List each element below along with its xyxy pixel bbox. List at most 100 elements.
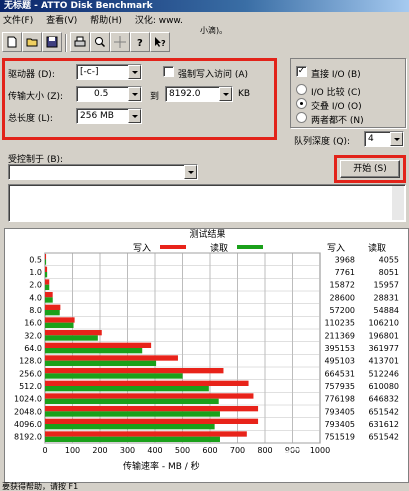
force-write-checkbox[interactable] bbox=[163, 66, 174, 77]
io-neither-radio[interactable] bbox=[296, 112, 307, 123]
chevron-down-icon[interactable] bbox=[128, 87, 141, 101]
print-preview-button[interactable] bbox=[90, 32, 110, 52]
y-tick-label: 2.0 bbox=[29, 281, 42, 290]
read-bar bbox=[45, 411, 220, 417]
io-compare-radio[interactable] bbox=[296, 84, 307, 95]
write-bar bbox=[45, 406, 259, 412]
menu-view[interactable]: 查看(V) bbox=[46, 16, 77, 26]
controlled-by-select[interactable] bbox=[8, 164, 198, 180]
magnifier-icon bbox=[95, 37, 106, 48]
save-disk-icon bbox=[46, 36, 58, 48]
toolbar-separator bbox=[65, 34, 67, 52]
total-length-select[interactable]: 256 MB bbox=[76, 108, 142, 124]
y-tick-label: 128.0 bbox=[19, 357, 42, 366]
chevron-down-icon[interactable] bbox=[184, 165, 197, 179]
write-value-label: 395153 bbox=[324, 344, 355, 353]
y-tick-label: 1.0 bbox=[29, 268, 42, 277]
watermark-url: luyouqi.com bbox=[352, 472, 401, 481]
write-value-label: 15872 bbox=[330, 281, 355, 290]
menu-localized: 汉化: www. bbox=[134, 16, 183, 26]
drive-label: 驱动器 (D): bbox=[8, 70, 55, 80]
write-bar bbox=[45, 304, 61, 310]
results-panel: 测试结果 写入 读取 写入 读取 0 100 200 300 400 500 600 700 8… bbox=[4, 228, 409, 483]
watermark-name: 路由器 bbox=[352, 452, 401, 471]
y-tick-label: 64.0 bbox=[24, 344, 42, 353]
save-button[interactable] bbox=[42, 32, 62, 52]
read-value-label: 361977 bbox=[368, 344, 399, 353]
read-value-label: 196801 bbox=[368, 331, 399, 340]
drive-value: [-c-] bbox=[80, 67, 99, 77]
transfer-size-to-select[interactable]: 8192.0 bbox=[165, 86, 233, 102]
menu-help[interactable]: 帮助(H) bbox=[90, 16, 122, 26]
status-bar: 要获得帮助，请按 F1 bbox=[2, 482, 79, 491]
question-mark-icon: ? bbox=[137, 38, 143, 48]
write-value-label: 776198 bbox=[324, 395, 355, 404]
write-value-label: 793405 bbox=[324, 407, 355, 416]
description-scrollbar[interactable] bbox=[392, 186, 404, 220]
chevron-down-icon[interactable] bbox=[390, 132, 403, 146]
total-length-value: 256 MB bbox=[80, 111, 114, 121]
io-overlap-label: 交叠 I/O (O) bbox=[311, 102, 362, 112]
move-arrows-icon bbox=[114, 36, 126, 48]
chevron-down-icon[interactable] bbox=[128, 65, 141, 79]
write-bar bbox=[45, 355, 178, 361]
direct-io-checkbox[interactable]: ✓ bbox=[296, 66, 307, 77]
read-bar bbox=[45, 424, 215, 430]
write-bar bbox=[45, 418, 259, 424]
write-bar bbox=[45, 393, 254, 399]
x-tick-label: 700 bbox=[230, 446, 245, 455]
about-button[interactable]: ? bbox=[130, 32, 150, 52]
y-tick-label: 8192.0 bbox=[14, 433, 42, 442]
write-value-label: 28600 bbox=[330, 293, 355, 302]
y-tick-label: 2048.0 bbox=[14, 407, 42, 416]
read-bar bbox=[45, 386, 209, 392]
x-tick-label: 300 bbox=[120, 446, 135, 455]
move-button[interactable] bbox=[110, 32, 130, 52]
io-overlap-radio[interactable] bbox=[296, 98, 307, 109]
write-value-label: 495103 bbox=[324, 357, 355, 366]
read-value-label: 4055 bbox=[379, 255, 399, 264]
x-tick-label: 400 bbox=[147, 446, 162, 455]
queue-depth-label: 队列深度 (Q): bbox=[294, 137, 350, 147]
transfer-size-from-value: 0.5 bbox=[94, 89, 109, 99]
write-value-label: 110235 bbox=[324, 319, 355, 328]
open-folder-icon bbox=[26, 38, 38, 47]
start-button[interactable]: 开始 (S) bbox=[340, 160, 400, 178]
y-tick-label: 16.0 bbox=[24, 319, 42, 328]
description-textarea[interactable] bbox=[8, 184, 406, 222]
x-tick-label: 0 bbox=[42, 446, 47, 455]
watermark: 路由器 luyouqi.com bbox=[282, 448, 401, 481]
write-bar bbox=[45, 317, 75, 323]
queue-depth-select[interactable]: 4 bbox=[364, 131, 404, 147]
read-bar bbox=[45, 335, 98, 341]
chevron-down-icon[interactable] bbox=[128, 109, 141, 123]
transfer-size-from-select[interactable]: 0.5 bbox=[76, 86, 142, 102]
context-help-button[interactable]: ? bbox=[150, 32, 170, 52]
svg-text:?: ? bbox=[137, 38, 143, 48]
y-tick-label: 512.0 bbox=[19, 382, 42, 391]
read-bar bbox=[45, 348, 143, 354]
new-button[interactable] bbox=[2, 32, 22, 52]
write-bar bbox=[45, 266, 48, 272]
drive-select[interactable]: [-c-] bbox=[76, 64, 142, 80]
open-button[interactable] bbox=[22, 32, 42, 52]
printer-icon bbox=[74, 36, 86, 47]
x-tick-label: 100 bbox=[65, 446, 80, 455]
read-value-label: 15957 bbox=[374, 281, 399, 290]
chevron-down-icon[interactable] bbox=[219, 87, 232, 101]
write-bar bbox=[45, 292, 53, 298]
print-button[interactable] bbox=[70, 32, 90, 52]
menu-file[interactable]: 文件(F) bbox=[3, 16, 33, 26]
read-bar bbox=[45, 259, 47, 265]
read-value-label: 631612 bbox=[368, 420, 399, 429]
write-bar bbox=[45, 368, 224, 374]
x-tick-label: 500 bbox=[175, 446, 190, 455]
read-value-label: 651542 bbox=[368, 433, 399, 442]
queue-depth-value: 4 bbox=[368, 134, 374, 144]
x-axis-label: 传输速率 - MB / 秒 bbox=[123, 462, 200, 472]
write-value-label: 793405 bbox=[324, 420, 355, 429]
y-tick-label: 0.5 bbox=[29, 255, 42, 264]
y-tick-label: 8.0 bbox=[29, 306, 42, 315]
y-tick-label: 32.0 bbox=[24, 331, 42, 340]
read-value-label: 28831 bbox=[374, 293, 399, 302]
